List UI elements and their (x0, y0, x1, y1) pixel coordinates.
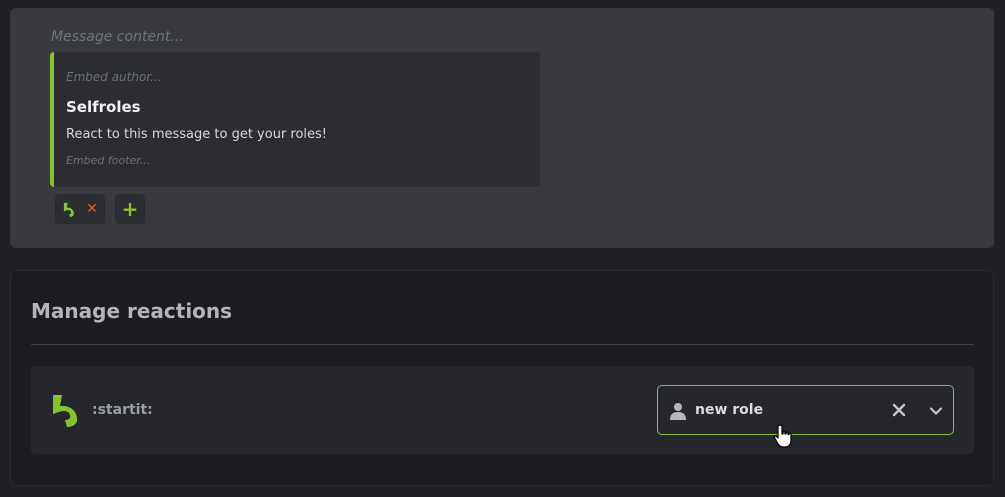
reaction-remove-button[interactable]: ✕ (86, 202, 98, 216)
reaction-emoji-name: :startit: (92, 402, 153, 418)
embed-author-placeholder[interactable]: Embed author... (66, 70, 162, 84)
embed-footer-placeholder[interactable]: Embed footer... (66, 154, 150, 167)
divider (31, 344, 974, 345)
manage-reactions-panel: Manage reactions :startit: new role (10, 270, 994, 486)
message-preview-panel: Message content... Embed author... Selfr… (10, 8, 994, 248)
reaction-chip[interactable]: ✕ (55, 194, 105, 224)
embed-preview: Embed author... Selfroles React to this … (50, 52, 540, 187)
reaction-row: :startit: new role (31, 366, 974, 454)
hand-cursor-icon (773, 424, 792, 448)
startit-emoji-icon (64, 202, 74, 217)
startit-emoji-icon (53, 395, 78, 427)
role-select[interactable]: new role (657, 385, 954, 435)
chevron-down-icon[interactable] (928, 403, 944, 419)
page: Message content... Embed author... Selfr… (0, 0, 1005, 497)
embed-title[interactable]: Selfroles (66, 98, 141, 116)
embed-description[interactable]: React to this message to get your roles! (66, 127, 327, 142)
section-title: Manage reactions (31, 299, 233, 323)
add-reaction-button[interactable]: + (115, 194, 145, 224)
role-select-value: new role (695, 402, 764, 418)
message-content-placeholder[interactable]: Message content... (51, 29, 184, 45)
user-icon (670, 403, 686, 420)
close-icon[interactable] (891, 402, 907, 418)
